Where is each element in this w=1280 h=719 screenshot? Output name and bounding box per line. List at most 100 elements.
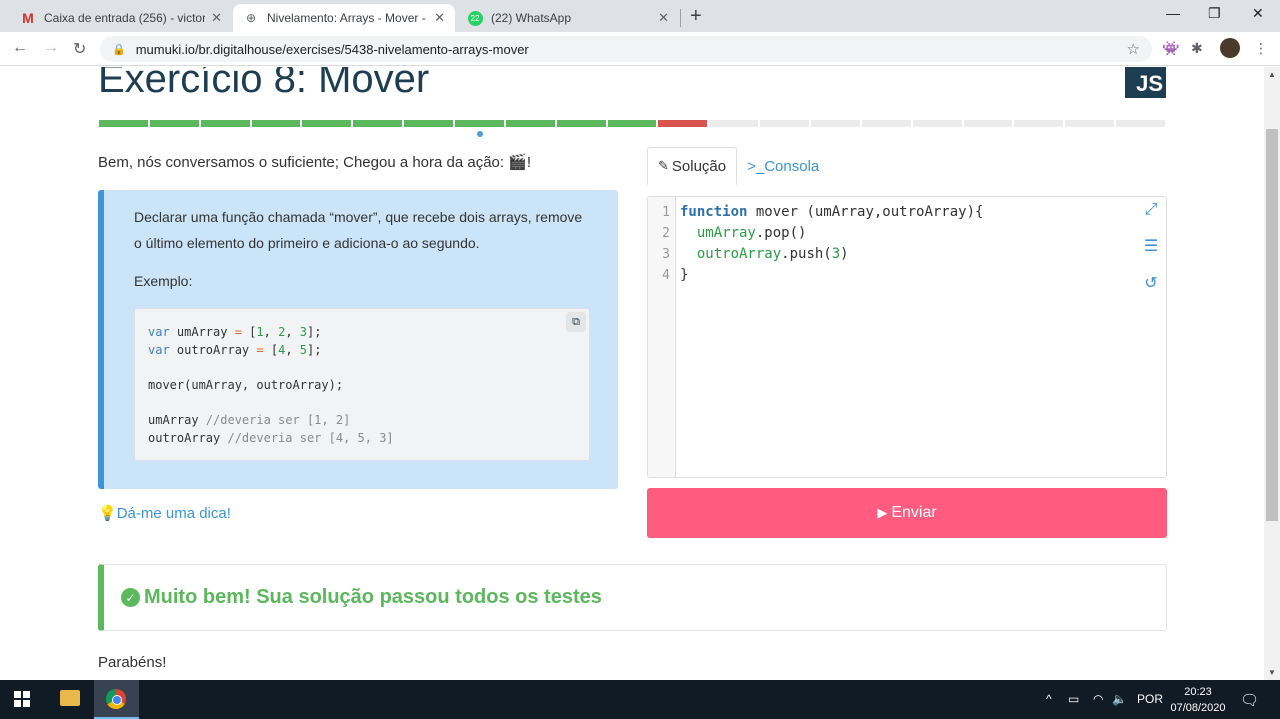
indent-icon[interactable]: ☰ xyxy=(1142,236,1160,256)
progress-segment[interactable] xyxy=(200,120,250,127)
example-label: Exemplo: xyxy=(134,273,193,289)
restore-button[interactable]: ❐ xyxy=(1208,5,1221,22)
tab-gmail[interactable]: M Caixa de entrada (256) - victorbs ✕ xyxy=(10,4,232,32)
play-icon: ▶ xyxy=(877,505,888,520)
editor-tabs: ✎ Solução >_Consola xyxy=(647,147,829,185)
description-box: Declarar uma função chamada “mover”, que… xyxy=(98,190,618,489)
volume-icon[interactable]: 🔈 xyxy=(1112,692,1127,706)
tab-solution[interactable]: ✎ Solução xyxy=(647,147,738,185)
code-line: outroArray.push(3) xyxy=(696,246,849,262)
close-icon[interactable]: ✕ xyxy=(211,10,222,26)
progress-bar xyxy=(99,120,1166,127)
scroll-thumb[interactable] xyxy=(1266,129,1278,521)
progress-segment[interactable] xyxy=(1065,120,1115,127)
progress-segment[interactable] xyxy=(709,120,759,127)
progress-segment[interactable] xyxy=(1014,120,1064,127)
congrats-text: Parabéns! xyxy=(98,654,167,671)
description-text: Declarar uma função chamada “mover”, que… xyxy=(134,209,583,251)
puzzle-icon[interactable]: ✱ xyxy=(1191,40,1203,57)
browser-toolbar: ← → ↻ 🔒 mumuki.io/br.digitalhouse/exerci… xyxy=(0,32,1280,66)
back-button[interactable]: ← xyxy=(12,39,28,57)
progress-segment[interactable] xyxy=(302,120,352,127)
progress-segment[interactable] xyxy=(607,120,657,127)
code-line: var umArray = [1, 2, 3]; xyxy=(148,325,322,339)
progress-segment[interactable] xyxy=(861,120,911,127)
tab-console[interactable]: >_Consola xyxy=(737,147,829,185)
address-bar[interactable]: 🔒 mumuki.io/br.digitalhouse/exercises/54… xyxy=(100,36,1152,62)
tab-title: (22) WhatsApp xyxy=(491,11,572,25)
editor-tools: ⤢ ☰ ↺ xyxy=(1142,201,1160,293)
browser-tabstrip: M Caixa de entrada (256) - victorbs ✕ ⊕ … xyxy=(0,0,1280,32)
scroll-down-icon[interactable]: ▼ xyxy=(1268,668,1276,677)
chrome-icon xyxy=(106,689,126,709)
avatar[interactable] xyxy=(1220,38,1240,58)
progress-segment[interactable] xyxy=(505,120,555,127)
progress-segment[interactable] xyxy=(912,120,962,127)
progress-segment[interactable] xyxy=(404,120,454,127)
code-line: } xyxy=(680,267,689,283)
scroll-up-icon[interactable]: ▲ xyxy=(1268,70,1276,79)
fullscreen-icon[interactable]: ⤢ xyxy=(1142,201,1160,219)
gmail-icon: M xyxy=(22,10,34,26)
intro-text: Bem, nós conversamos o suficiente; Chego… xyxy=(98,154,532,171)
url-text: mumuki.io/br.digitalhouse/exercises/5438… xyxy=(135,41,529,57)
progress-segment[interactable] xyxy=(251,120,301,127)
example-code: ⧉ var umArray = [1, 2, 3]; var outroArra… xyxy=(134,308,590,461)
progress-segment[interactable] xyxy=(353,120,403,127)
progress-segment[interactable] xyxy=(99,120,148,127)
battery-icon[interactable]: ▭ xyxy=(1068,692,1079,706)
reload-button[interactable]: ↻ xyxy=(73,39,86,59)
line-gutter: 1 2 3 4 xyxy=(648,197,676,477)
result-banner: ✓ Muito bem! Sua solução passou todos os… xyxy=(98,564,1167,631)
whatsapp-icon: 22 xyxy=(467,10,483,26)
progress-segment[interactable] xyxy=(963,120,1013,127)
hint-link[interactable]: 💡Dá-me uma dica! xyxy=(98,504,231,522)
progress-segment[interactable] xyxy=(556,120,606,127)
progress-segment[interactable] xyxy=(658,120,708,127)
clock[interactable]: 20:23 07/08/2020 xyxy=(1168,684,1228,716)
code-editor[interactable]: 1 2 3 4 function mover (umArray,outroArr… xyxy=(647,196,1167,478)
forward-button[interactable]: → xyxy=(43,39,59,57)
chrome-taskbar-button[interactable] xyxy=(94,680,139,719)
notifications-icon[interactable]: 🗨 xyxy=(1240,691,1259,709)
star-icon[interactable]: ☆ xyxy=(1127,40,1140,58)
close-icon[interactable]: ✕ xyxy=(658,10,669,26)
globe-icon: ⊕ xyxy=(245,11,257,25)
line-number: 3 xyxy=(662,247,670,262)
progress-current-dot xyxy=(477,131,483,137)
progress-segment[interactable] xyxy=(455,120,504,127)
minimize-button[interactable]: — xyxy=(1166,5,1180,21)
page-content: Exercício 8: Mover JS Bem, nós conversam… xyxy=(0,67,1264,680)
reset-icon[interactable]: ↺ xyxy=(1142,273,1160,293)
page-scrollbar[interactable]: ▲ ▼ xyxy=(1264,67,1280,680)
progress-segment[interactable] xyxy=(149,120,199,127)
progress-segment[interactable] xyxy=(1116,120,1166,127)
tab-mumuki[interactable]: ⊕ Nivelamento: Arrays - Mover - M ✕ xyxy=(233,4,455,32)
copy-icon[interactable]: ⧉ xyxy=(566,312,586,332)
edit-icon: ✎ xyxy=(658,158,669,173)
code-line: umArray.pop() xyxy=(696,225,807,241)
windows-taskbar: ^ ▭ ◠ 🔈 POR 20:23 07/08/2020 🗨 xyxy=(0,680,1280,719)
page-title: Exercício 8: Mover xyxy=(98,67,430,101)
close-icon[interactable]: ✕ xyxy=(434,10,445,26)
progress-segment[interactable] xyxy=(760,120,810,127)
lightbulb-icon: 💡 xyxy=(98,505,117,522)
code-line: mover(umArray, outroArray); xyxy=(148,377,344,392)
result-message: Muito bem! Sua solução passou todos os t… xyxy=(144,586,602,608)
editor-code[interactable]: function mover (umArray,outroArray){ umA… xyxy=(680,202,983,286)
windows-start-icon[interactable] xyxy=(14,691,30,707)
wifi-icon[interactable]: ◠ xyxy=(1093,692,1103,706)
progress-segment[interactable] xyxy=(811,120,860,127)
send-button[interactable]: ▶ Enviar xyxy=(647,488,1167,538)
close-window-button[interactable]: ✕ xyxy=(1252,5,1264,22)
file-explorer-icon[interactable] xyxy=(60,690,80,706)
new-tab-button[interactable]: + xyxy=(690,5,702,28)
code-line: outroArray //deveria ser [4, 5, 3] xyxy=(148,430,394,445)
menu-icon[interactable]: ⋮ xyxy=(1254,40,1268,57)
tab-whatsapp[interactable]: 22 (22) WhatsApp ✕ xyxy=(457,4,679,32)
extension-icon[interactable]: 👾 xyxy=(1162,40,1179,57)
language-indicator[interactable]: POR xyxy=(1137,692,1163,706)
tray-chevron-icon[interactable]: ^ xyxy=(1046,692,1052,706)
